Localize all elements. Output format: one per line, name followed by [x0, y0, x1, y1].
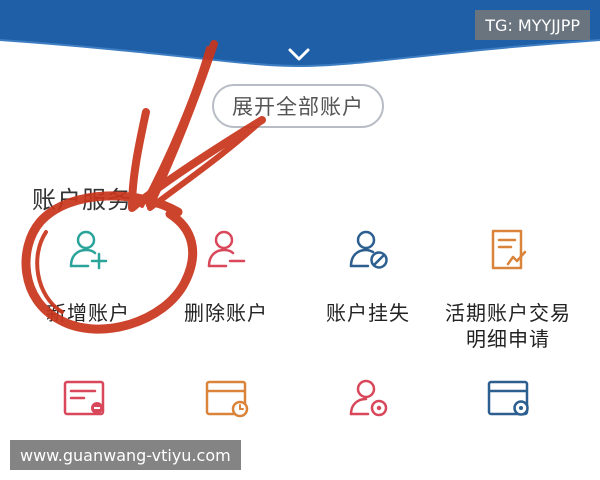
user-block-icon — [349, 230, 388, 269]
document-wrench-icon — [63, 380, 105, 416]
card-settings-icon — [487, 380, 529, 416]
section-title-account-services: 账户服务 — [32, 186, 132, 214]
chevron-down-icon[interactable] — [284, 44, 314, 66]
service-label-line2: 明细申请 — [466, 327, 550, 351]
screen: 展开全部账户 账户服务 新增账户 删除账户 账户挂失 活期账户交易 明细申请 T… — [0, 0, 600, 480]
service-label-line1: 活期账户交易 — [445, 301, 571, 325]
user-settings-icon — [349, 379, 388, 417]
watermark-url: www.guanwang-vtiyu.com — [10, 440, 241, 470]
user-add-icon — [69, 230, 108, 270]
user-remove-icon — [207, 230, 246, 268]
document-chart-icon — [491, 229, 527, 270]
watermark-telegram: TG: MYYJJPP — [475, 10, 590, 40]
card-clock-icon — [205, 380, 249, 418]
expand-all-accounts-button[interactable]: 展开全部账户 — [212, 84, 384, 128]
